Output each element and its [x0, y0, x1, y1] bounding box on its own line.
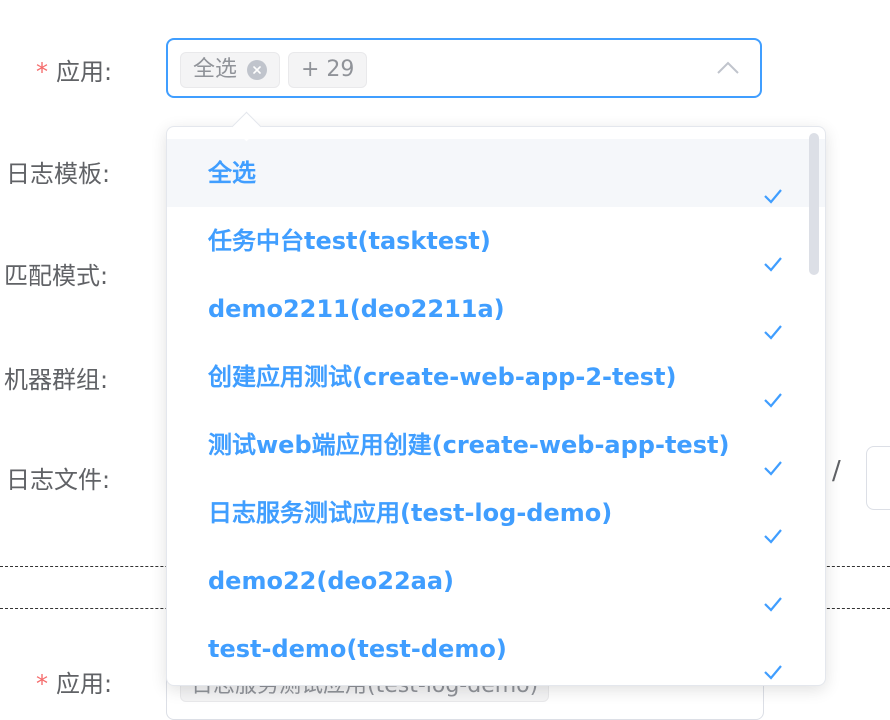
option-label: demo2211(deo2211a): [208, 295, 505, 323]
match-mode-label: 匹配模式:: [4, 262, 109, 290]
option-label: 创建应用测试(create-web-app-2-test): [208, 363, 677, 391]
dropdown-scrollbar[interactable]: [809, 133, 819, 275]
check-icon: [763, 571, 783, 615]
log-file-input[interactable]: [866, 446, 890, 510]
select-all-tag: 全选: [180, 52, 281, 88]
app-select[interactable]: 全选 + 29: [166, 38, 762, 98]
option-label: 测试web端应用创建(create-web-app-test): [208, 431, 730, 459]
dropdown-option[interactable]: 测试web端应用创建(create-web-app-test): [167, 411, 825, 479]
log-template-label: 日志模板:: [6, 160, 111, 188]
check-icon: [763, 639, 783, 683]
check-icon: [763, 367, 783, 411]
dropdown-option[interactable]: 日志服务测试应用(test-log-demo): [167, 479, 825, 547]
tag-label: 全选: [193, 57, 238, 82]
option-label: test-demo(test-demo): [208, 635, 507, 663]
machine-group-label: 机器群组:: [4, 366, 109, 394]
log-file-label: 日志文件:: [6, 466, 111, 494]
app-label: * 应用:: [36, 58, 113, 86]
check-icon: [763, 163, 783, 207]
check-icon: [763, 435, 783, 479]
close-circle-icon[interactable]: [247, 60, 268, 80]
required-mark: *: [36, 58, 48, 86]
dropdown-option[interactable]: test-demo(test-demo): [167, 615, 825, 683]
dropdown-option[interactable]: 全选: [167, 139, 825, 207]
tag-label: + 29: [301, 57, 355, 82]
dropdown-list: 全选 任务中台test(tasktest) demo2211(deo2211a)…: [167, 139, 825, 683]
dropdown-option[interactable]: demo22(deo22aa): [167, 547, 825, 615]
option-label: 全选: [208, 159, 256, 187]
check-icon: [763, 503, 783, 547]
more-count-tag: + 29: [288, 52, 368, 88]
option-label: demo22(deo22aa): [208, 567, 455, 595]
dropdown-option[interactable]: demo2211(deo2211a): [167, 275, 825, 343]
dropdown-option[interactable]: 创建应用测试(create-web-app-2-test): [167, 343, 825, 411]
check-icon: [763, 299, 783, 343]
check-icon: [763, 231, 783, 275]
option-label: 日志服务测试应用(test-log-demo): [208, 499, 613, 527]
app-dropdown: 全选 任务中台test(tasktest) demo2211(deo2211a)…: [166, 126, 826, 686]
app-label-2: * 应用:: [36, 670, 113, 698]
path-separator: /: [832, 456, 841, 486]
option-label: 任务中台test(tasktest): [208, 227, 491, 255]
required-mark: *: [36, 670, 48, 698]
dropdown-option[interactable]: 任务中台test(tasktest): [167, 207, 825, 275]
chevron-up-icon[interactable]: [716, 58, 740, 82]
